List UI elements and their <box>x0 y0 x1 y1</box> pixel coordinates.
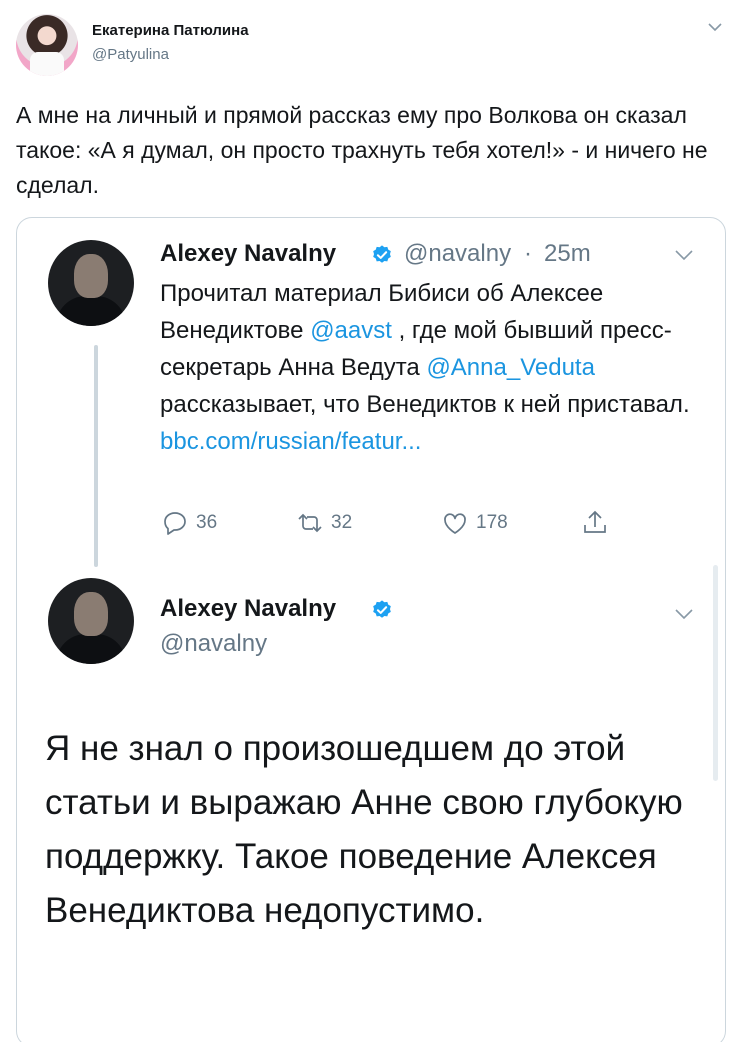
reply-author-name[interactable]: Alexey Navalny <box>160 595 336 623</box>
like-button[interactable]: 178 <box>440 505 508 541</box>
tweet-text: А мне на личный и прямой рассказ ему про… <box>16 102 708 198</box>
verified-badge-icon <box>373 600 391 618</box>
author-handle[interactable]: @Patyulina <box>92 46 169 63</box>
tweet-header: Екатерина Патюлина @Patyulina <box>0 0 740 90</box>
chevron-down-icon[interactable] <box>673 248 695 262</box>
tweet-time[interactable]: 25m <box>544 240 591 268</box>
retweet-button[interactable]: 32 <box>295 505 352 541</box>
retweet-icon <box>298 513 322 533</box>
reply-icon <box>164 512 186 535</box>
thread-connector <box>94 345 98 567</box>
quoted-author-handle[interactable]: @navalny <box>404 240 511 268</box>
like-count: 178 <box>476 512 508 533</box>
scrollbar[interactable] <box>713 565 718 781</box>
retweet-count: 32 <box>331 512 353 533</box>
like-icon <box>444 513 466 534</box>
mention-link[interactable]: @Anna_Veduta <box>426 354 595 381</box>
share-icon <box>584 510 606 533</box>
mention-link[interactable]: @aavst <box>310 317 392 344</box>
share-button[interactable] <box>580 505 610 541</box>
reply-author-avatar[interactable] <box>48 578 134 664</box>
quoted-author-name[interactable]: Alexey Navalny <box>160 240 336 268</box>
reply-count: 36 <box>196 512 218 533</box>
chevron-down-icon[interactable] <box>673 607 695 621</box>
author-avatar[interactable] <box>16 14 78 76</box>
time-separator: · <box>524 240 532 267</box>
reply-author-handle[interactable]: @navalny <box>160 630 267 658</box>
quoted-tweet-text: Прочитал материал Бибиси об Алексее Вене… <box>160 275 700 460</box>
reply-tweet-text: Я не знал о произошедшем до этой статьи … <box>45 729 683 930</box>
text-part: рассказывает, что Венедиктов к ней прист… <box>160 391 690 418</box>
article-link[interactable]: bbc.com/russian/featur... <box>160 428 421 455</box>
chevron-down-icon[interactable] <box>706 20 724 34</box>
verified-badge-icon <box>373 245 391 263</box>
tweet-actions: 36 32 178 <box>160 505 620 541</box>
author-name[interactable]: Екатерина Патюлина <box>92 22 249 39</box>
reply-button[interactable]: 36 <box>160 505 217 541</box>
quoted-author-avatar[interactable] <box>48 240 134 326</box>
